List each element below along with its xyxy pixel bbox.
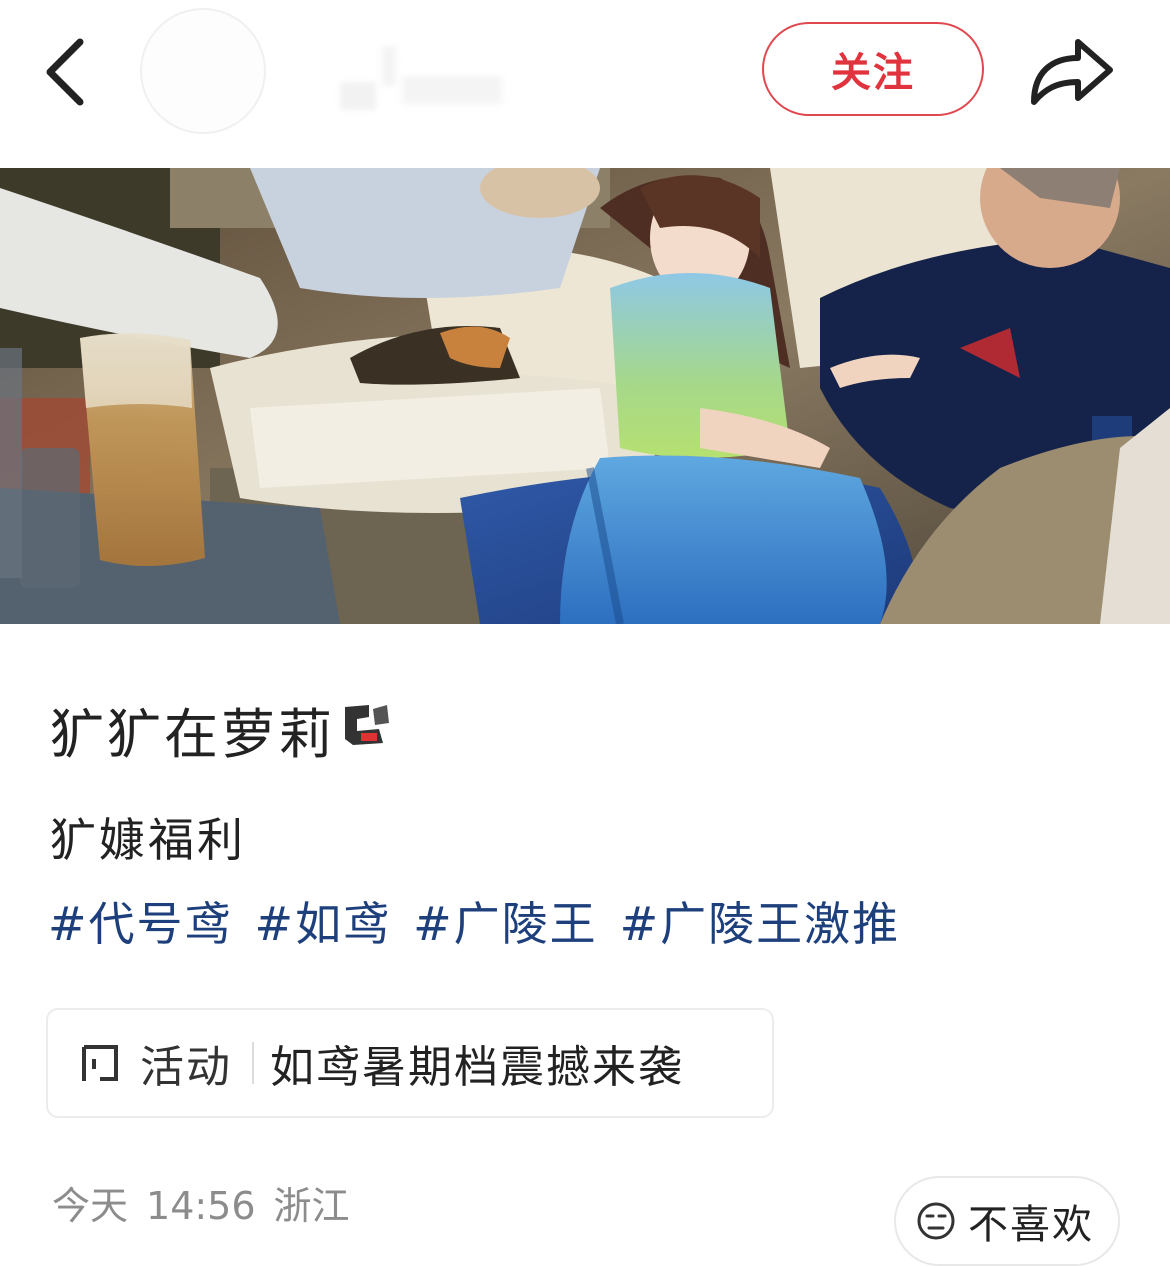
divider [252,1042,254,1084]
share-arrow-icon [1031,39,1113,105]
activity-title: 如鸢暑期档震撼来袭 [270,1042,684,1093]
post-title: 犷犷在萝莉 [50,694,395,766]
chevron-left-icon [46,38,84,106]
neutral-face-icon [917,1202,955,1240]
post-image[interactable] [0,168,1170,624]
author-name-blurred[interactable] [340,46,504,110]
dislike-button[interactable]: 不喜欢 [894,1176,1120,1266]
post-location: 浙江 [273,1184,350,1228]
hashtag-link[interactable]: #代号鸢 [48,894,233,954]
dislike-label: 不喜欢 [968,1202,1094,1248]
activity-card[interactable]: 活动 如鸢暑期档震撼来袭 [46,1008,774,1118]
tag-list: #代号鸢 #如鸢 #广陵王 #广陵王激推 [48,894,900,954]
author-avatar[interactable] [140,8,266,134]
back-button[interactable] [40,36,100,108]
post-date: 今天 [52,1184,129,1228]
hashtag-link[interactable]: #如鸢 [255,894,392,954]
activity-label: 活动 [140,1042,232,1093]
post-title-text: 犷犷在萝莉 [50,702,335,766]
share-button[interactable] [1026,28,1116,110]
post-meta: 今天 14:56 浙江 [52,1180,350,1232]
follow-button[interactable]: 关注 [762,22,984,116]
hashtag-link[interactable]: #广陵王 [413,894,598,954]
bookmark-frame-icon [82,1045,118,1081]
hashtag-link[interactable]: #广陵王激推 [620,894,901,954]
bird-emoji-icon [339,699,395,759]
post-time: 14:56 [146,1184,256,1228]
top-bar: 关注 [0,0,1170,160]
post-subtitle: 犷嫝福利 [50,813,246,867]
